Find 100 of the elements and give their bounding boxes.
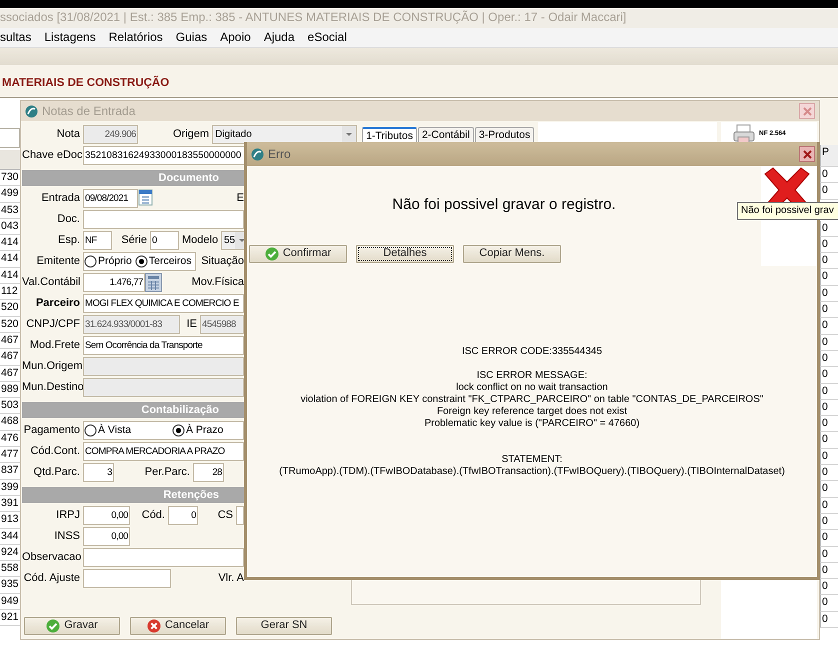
- field-label: INSS: [53, 530, 80, 544]
- section-header: Documento: [22, 170, 244, 186]
- input-field[interactable]: 0: [150, 231, 179, 250]
- radio-icon[interactable]: [84, 424, 97, 437]
- field-label: Cód.Cont.: [29, 444, 80, 458]
- field-label: Chave eDoc: [22, 148, 80, 162]
- button[interactable]: Gerar SN: [236, 617, 332, 635]
- detail-line: STATEMENT:: [502, 454, 562, 466]
- section-header: Contabilização: [22, 402, 244, 418]
- input-field[interactable]: 28: [193, 463, 224, 482]
- field-label: Modelo: [182, 234, 218, 248]
- input-field[interactable]: 35210831624933000183550000000: [83, 146, 246, 165]
- radio-icon[interactable]: [84, 255, 97, 268]
- field-label: Mun.Origem: [22, 360, 80, 374]
- field-label: E: [236, 192, 244, 206]
- input-field[interactable]: [83, 210, 244, 229]
- table-cell: 0: [820, 579, 838, 596]
- input-field[interactable]: 0: [168, 506, 198, 525]
- field-label: Mov.Física: [192, 276, 244, 290]
- field-label: Situação: [201, 254, 244, 268]
- detail-line: ISC ERROR CODE:335544345: [462, 346, 602, 358]
- input-field[interactable]: 09/08/2021: [83, 189, 138, 208]
- field-label: Série: [120, 234, 147, 248]
- radio-icon[interactable]: [172, 424, 185, 437]
- close-button[interactable]: [799, 146, 815, 162]
- button[interactable]: Confirmar: [249, 245, 347, 263]
- field-label: CS: [218, 508, 233, 522]
- input-field[interactable]: 1.476,77: [83, 273, 145, 292]
- table-cell: 0: [820, 612, 838, 628]
- field-label: Nota: [56, 128, 80, 142]
- radio-button[interactable]: Terceiros: [134, 255, 192, 268]
- input-field[interactable]: [83, 548, 244, 567]
- menu-item[interactable]: Apoio: [220, 30, 251, 45]
- search-field[interactable]: [0, 128, 20, 148]
- button[interactable]: Cancelar: [130, 617, 226, 635]
- app-logo-icon: [251, 148, 264, 160]
- field-label: Origem: [173, 128, 210, 142]
- input-field[interactable]: COMPRA MERCADORIA A PRAZO: [83, 442, 244, 461]
- grid-header: [0, 150, 20, 170]
- tooltip: Não foi possivel grav: [737, 202, 838, 220]
- detail-line: lock conflict on no wait transaction: [456, 382, 608, 394]
- menu-item[interactable]: Relatórios: [108, 30, 163, 45]
- radio-button[interactable]: Próprio: [84, 255, 132, 268]
- table-cell: 0: [820, 595, 838, 612]
- caret-icon: [342, 126, 356, 143]
- company-name: MATERIAIS DE CONSTRUÇÃO: [2, 77, 170, 89]
- dialog-title: Erro: [268, 146, 292, 162]
- calculator-icon[interactable]: [145, 273, 162, 292]
- close-button[interactable]: [799, 103, 815, 119]
- field-label: Observacao: [22, 550, 80, 564]
- input-field[interactable]: Sem Ocorrência da Transporte: [83, 336, 244, 355]
- radio-button[interactable]: À Vista: [84, 424, 172, 437]
- check-icon: [264, 247, 279, 261]
- input-field[interactable]: NF: [83, 231, 112, 250]
- button[interactable]: Copiar Mens.: [463, 245, 561, 263]
- input-field[interactable]: 3: [83, 463, 114, 482]
- field-label: Per.Parc.: [144, 466, 190, 480]
- check-icon: [46, 619, 60, 633]
- menu-item[interactable]: Guias: [176, 30, 208, 45]
- close-icon: [802, 150, 812, 158]
- input-field[interactable]: [83, 569, 171, 588]
- input-field[interactable]: 0,00: [83, 506, 130, 525]
- menu-item[interactable]: eSocial: [308, 30, 347, 45]
- button[interactable]: Gravar: [24, 617, 120, 635]
- detail-line: (TRumoApp).(TDM).(TFwIBODatabase).(TfwIBOTransaction).(TFwIBOQuery).(TIBOQuery).(TIBOInternalDataset): [279, 466, 785, 478]
- field-label: Parceiro: [34, 296, 80, 310]
- field-label: IRPJ: [55, 508, 80, 522]
- input-field[interactable]: 0,00: [83, 527, 130, 546]
- field-label: Mod.Frete: [28, 338, 80, 352]
- menu-item[interactable]: Ajuda: [264, 30, 295, 45]
- field-label: Pagamento: [22, 424, 80, 438]
- field-label: Qtd.Parc.: [32, 466, 80, 480]
- field-label: Val.Contábil: [22, 276, 80, 290]
- app-logo-icon: [25, 104, 38, 118]
- menu-item[interactable]: Listagens: [44, 30, 96, 45]
- field-label: Doc.: [56, 212, 80, 226]
- close-icon: [802, 106, 812, 116]
- calendar-icon[interactable]: [138, 189, 153, 206]
- app-title: ssociados [31/08/2021 | Est.: 385 Emp.: 385 - ANTUNES MATERIAIS DE CONSTRUÇÃO | Oper.: 17 - Odair Maccari]: [0, 10, 626, 24]
- radio-button[interactable]: À Prazo: [172, 424, 224, 437]
- input-field[interactable]: [236, 506, 244, 525]
- field-label: IE: [186, 318, 197, 332]
- menu-item[interactable]: sultas: [0, 30, 32, 45]
- section-header: Retenções: [22, 487, 244, 503]
- dropdown[interactable]: Digitado: [212, 125, 358, 144]
- field-label: Vlr. A: [218, 572, 244, 586]
- detail-line: ISC ERROR MESSAGE:: [476, 370, 588, 382]
- window-title: Notas de Entrada: [42, 104, 136, 118]
- field-label: Cód.: [140, 508, 165, 522]
- field-label: CNPJ/CPF: [25, 318, 80, 332]
- dropdown[interactable]: 55: [221, 231, 244, 250]
- input-field[interactable]: 249.906: [83, 125, 138, 144]
- button[interactable]: Detalhes: [356, 245, 454, 263]
- error-message: Não foi possivel gravar o registro.: [392, 196, 616, 214]
- field-label: Cód. Ajuste: [22, 572, 80, 586]
- radio-icon[interactable]: [134, 255, 148, 268]
- column-header: P: [820, 145, 838, 167]
- field-label: Emitente: [36, 254, 80, 268]
- input-field[interactable]: MOGI FLEX QUIMICA E COMERCIO E: [83, 294, 244, 313]
- detail-line: Problematic key value is ("PARCEIRO" = 47660): [424, 418, 640, 430]
